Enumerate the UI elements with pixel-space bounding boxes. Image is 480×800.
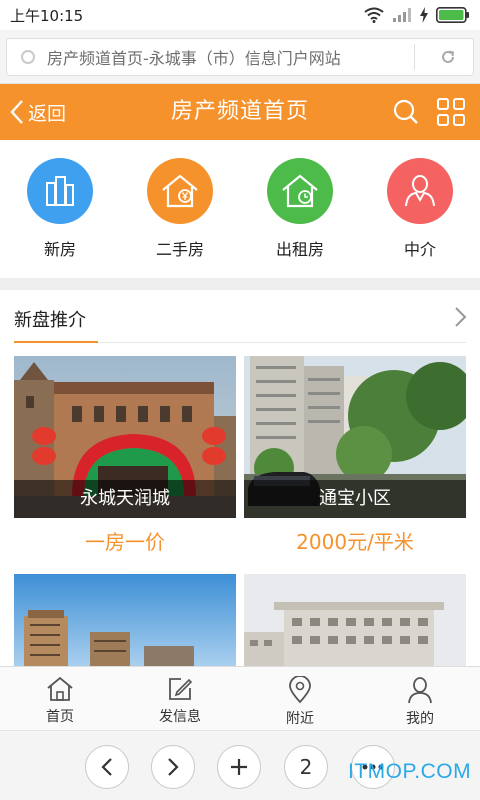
- battery-icon: [436, 7, 469, 23]
- category-label: 中介: [403, 240, 436, 259]
- new-tab-button[interactable]: [217, 745, 261, 789]
- category-agency[interactable]: 中介: [360, 140, 480, 278]
- wifi-icon: [364, 7, 384, 23]
- person-icon: [405, 175, 435, 207]
- tab-home[interactable]: 首页: [0, 667, 120, 730]
- category-label: 出租房: [275, 240, 324, 259]
- listing-photo: [244, 574, 466, 666]
- listing-card[interactable]: 通宝小区 2000元/平米: [244, 356, 466, 560]
- tab-label: 我的: [406, 711, 434, 727]
- bottom-tab-bar: 首页 发信息 附近 我的: [0, 666, 480, 730]
- browser-forward-button[interactable]: [151, 745, 195, 789]
- edit-icon: [169, 678, 193, 700]
- user-icon: [408, 677, 432, 704]
- app-header: 返回 房产频道首页: [0, 84, 480, 140]
- listing-price: 2000元/平米: [296, 530, 414, 554]
- house-clock-icon: [282, 174, 318, 208]
- section-underline: [14, 341, 98, 343]
- signal-icon: [393, 8, 411, 22]
- category-second-hand-house[interactable]: 二手房: [120, 140, 240, 278]
- listing-name: 永城天润城: [14, 480, 236, 518]
- charging-icon: [420, 7, 428, 23]
- reload-button[interactable]: [433, 49, 463, 65]
- chevron-left-icon: [10, 100, 23, 124]
- category-new-house[interactable]: 新房: [0, 140, 120, 278]
- browser-address-bar: 房产频道首页-永城事（市）信息门户网站: [0, 30, 480, 84]
- tab-label: 发信息: [159, 709, 201, 725]
- category-rental-house[interactable]: 出租房: [240, 140, 360, 278]
- tab-count-button[interactable]: 2: [284, 745, 328, 789]
- tab-count: 2: [299, 755, 313, 779]
- chevron-right-icon[interactable]: [450, 306, 470, 328]
- reload-icon: [442, 50, 455, 63]
- listing-card[interactable]: [14, 574, 236, 666]
- house-yen-icon: [162, 174, 198, 208]
- url-field[interactable]: 房产频道首页-永城事（市）信息门户网站: [6, 38, 474, 76]
- location-pin-icon: [289, 676, 311, 704]
- section-title: 新盘推介: [14, 310, 86, 331]
- tab-post-info[interactable]: 发信息: [120, 667, 240, 730]
- listing-price: 一房一价: [85, 530, 165, 554]
- category-label: 新房: [43, 240, 76, 259]
- search-icon[interactable]: [392, 98, 420, 126]
- tab-mine[interactable]: 我的: [360, 667, 480, 730]
- chevron-right-icon: [168, 758, 179, 776]
- back-button[interactable]: 返回: [10, 84, 66, 140]
- browser-back-button[interactable]: [85, 745, 129, 789]
- listing-card[interactable]: 永城天润城 一房一价: [14, 356, 236, 560]
- tab-label: 首页: [46, 709, 74, 725]
- category-nav: 新房 二手房 出租房 中介: [0, 140, 480, 278]
- grid-menu-icon[interactable]: [436, 97, 466, 127]
- section-header: 新盘推介: [0, 290, 480, 344]
- home-icon: [47, 676, 73, 701]
- listing-card[interactable]: [244, 574, 466, 666]
- tab-nearby[interactable]: 附近: [240, 667, 360, 730]
- tab-label: 附近: [286, 711, 314, 727]
- buildings-icon: [46, 176, 74, 206]
- url-text[interactable]: 房产频道首页-永城事（市）信息门户网站: [47, 45, 414, 69]
- site-info-icon[interactable]: [21, 50, 35, 64]
- back-label: 返回: [28, 102, 67, 125]
- status-time: 上午10:15: [10, 6, 84, 25]
- status-bar: 上午10:15: [0, 0, 480, 30]
- watermark: ITMOP.COM: [348, 760, 472, 783]
- divider: [0, 278, 480, 290]
- listing-name: 通宝小区: [244, 480, 466, 518]
- category-label: 二手房: [155, 240, 204, 259]
- plus-icon: [231, 759, 247, 775]
- browser-toolbar: 2 ITMOP.COM: [0, 730, 480, 800]
- listing-photo: [14, 574, 236, 666]
- chevron-left-icon: [101, 758, 112, 776]
